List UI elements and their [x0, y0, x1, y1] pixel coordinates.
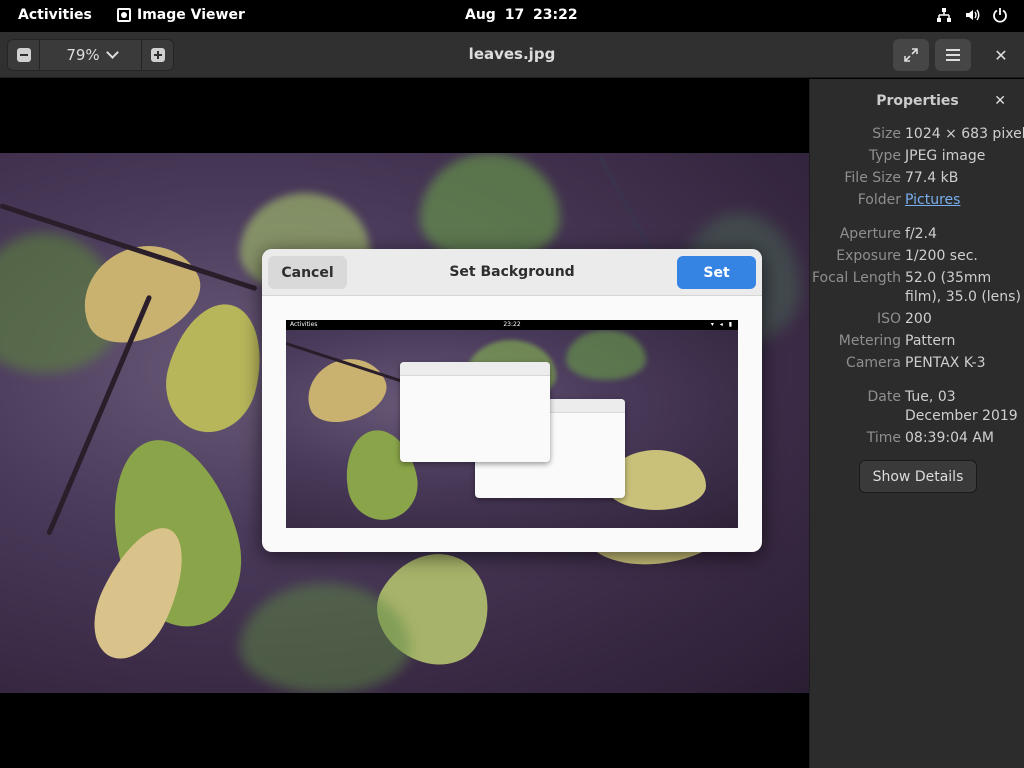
set-button[interactable]: Set — [677, 256, 756, 289]
properties-title: Properties — [876, 93, 959, 109]
property-key: Folder — [857, 192, 901, 208]
property-key: Type — [868, 148, 901, 164]
property-key: File Size — [844, 170, 901, 186]
property-value: JPEG image — [905, 148, 986, 164]
property-key: ISO — [876, 311, 901, 327]
property-value: PENTAX K-3 — [905, 355, 986, 371]
property-key: Focal Length — [811, 270, 901, 286]
folder-link[interactable]: Pictures — [905, 191, 1023, 210]
image-viewer-icon — [117, 8, 131, 22]
preview-top-bar: Activities 23:22 ▾ ◂ ▮ — [286, 320, 738, 330]
window-title: leaves.jpg — [468, 45, 556, 63]
property-key: Aperture — [839, 226, 901, 242]
top-bar: Activities Image Viewer Aug 17 23:22 — [0, 0, 1024, 32]
property-value: Tue, 03 December 2019 — [905, 389, 1018, 424]
property-value: 52.0 (35mm film), 35.0 (lens) — [905, 270, 1021, 305]
show-details-button[interactable]: Show Details — [859, 460, 977, 493]
app-name: Image Viewer — [137, 7, 245, 23]
preview-clock: 23:22 — [503, 321, 521, 328]
set-background-dialog: Cancel Set Background Set Activities 23:… — [262, 249, 762, 552]
fullscreen-icon — [904, 48, 918, 62]
property-key: Time — [866, 430, 901, 446]
property-key: Metering — [838, 333, 901, 349]
activities-button[interactable]: Activities — [18, 7, 92, 23]
property-key: Size — [872, 126, 901, 142]
property-key: Camera — [846, 355, 901, 371]
properties-pane: Properties ✕ Size 1024 × 683 pixels Type… — [809, 79, 1024, 768]
fullscreen-button[interactable] — [893, 39, 929, 71]
property-value: Pattern — [905, 333, 956, 349]
preview-tray-icons: ▾ ◂ ▮ — [710, 321, 734, 328]
clock[interactable]: Aug 17 23:22 — [465, 7, 578, 23]
volume-icon[interactable] — [964, 7, 980, 23]
property-key: Date — [867, 389, 901, 405]
close-window-button[interactable]: ✕ — [985, 39, 1017, 71]
close-properties-button[interactable]: ✕ — [994, 93, 1006, 109]
dialog-header: Cancel Set Background Set — [262, 249, 762, 296]
property-key: Exposure — [836, 248, 901, 264]
header-bar: 79% leaves.jpg ✕ — [0, 32, 1024, 78]
property-value: f/2.4 — [905, 226, 937, 242]
property-value: 08:39:04 AM — [905, 430, 994, 446]
main-menu-button[interactable] — [935, 39, 971, 71]
property-value: 1024 × 683 pixels — [905, 126, 1024, 142]
property-value: 200 — [905, 311, 932, 327]
background-preview: Activities 23:22 ▾ ◂ ▮ — [286, 320, 738, 528]
power-icon[interactable] — [992, 7, 1008, 23]
hamburger-icon — [946, 46, 960, 64]
system-tray[interactable] — [936, 7, 1008, 23]
network-icon[interactable] — [936, 7, 952, 23]
preview-window-front — [400, 362, 550, 462]
app-menu[interactable]: Image Viewer — [117, 7, 245, 23]
property-value: 77.4 kB — [905, 170, 959, 186]
property-value: 1/200 sec. — [905, 248, 978, 264]
